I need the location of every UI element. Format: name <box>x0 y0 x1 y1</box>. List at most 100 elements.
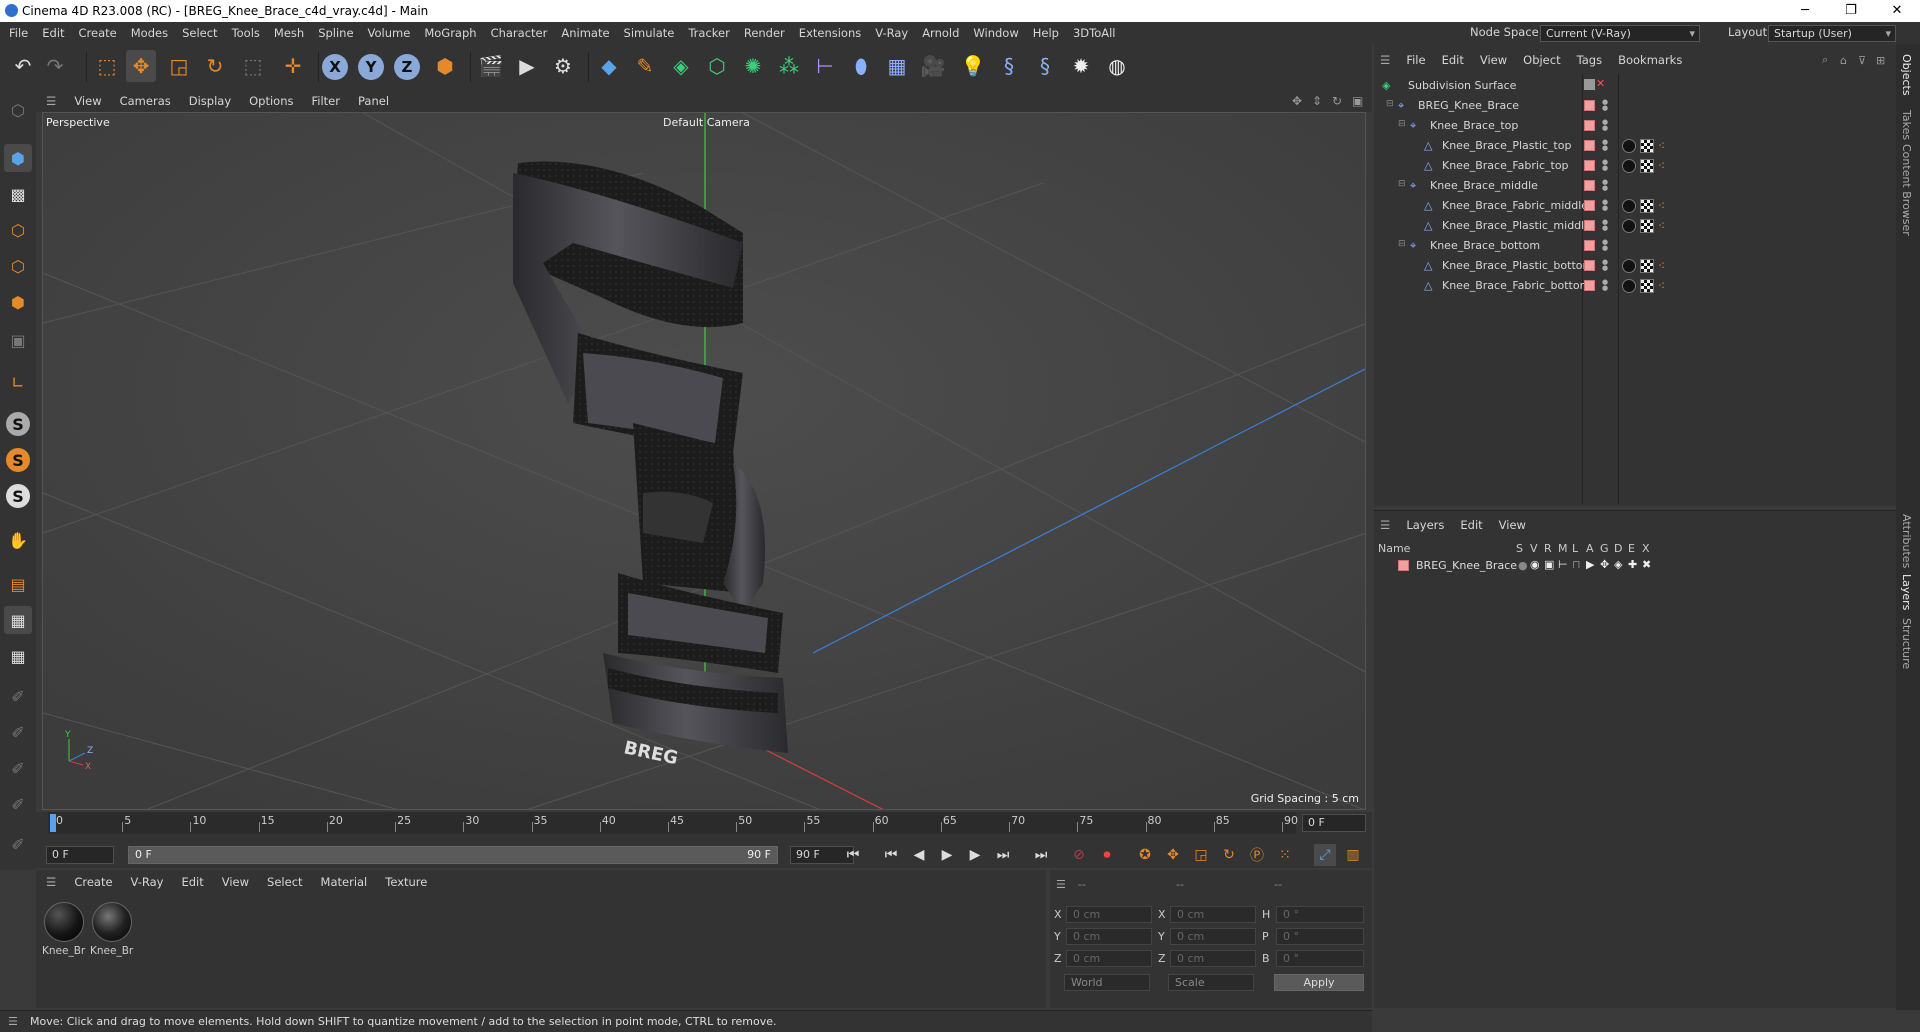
rotate-tool-icon[interactable]: ↻ <box>200 50 230 82</box>
material-menu-create[interactable]: Create <box>65 875 121 889</box>
object-name[interactable]: Knee_Brace_Fabric_top <box>1442 159 1569 172</box>
uvw-tag-icon[interactable] <box>1640 219 1654 233</box>
material-tag-icon[interactable] <box>1622 199 1636 213</box>
node-space-dropdown[interactable]: Current (V-Ray) <box>1540 25 1700 42</box>
vray-tag-icon[interactable]: ⁖ <box>1658 199 1670 213</box>
menu-arnold[interactable]: Arnold <box>915 26 966 40</box>
cloner-icon[interactable]: ✺ <box>738 50 768 82</box>
material-menu-select[interactable]: Select <box>258 875 311 889</box>
keyframe-selection-icon[interactable]: ✪ <box>1134 844 1156 866</box>
layer-visible-icon[interactable]: ◉ <box>1530 558 1540 571</box>
maximize-button[interactable]: ❐ <box>1828 0 1874 22</box>
menu-create[interactable]: Create <box>72 26 124 40</box>
move-tool-icon[interactable]: ✥ <box>126 50 156 82</box>
disabled-x-icon[interactable]: ✕ <box>1596 77 1605 90</box>
expand-toggle-icon[interactable]: ⊟ <box>1386 99 1394 109</box>
extra-tool-icon[interactable]: ✐ <box>4 830 32 858</box>
paint-icon[interactable]: ✐ <box>4 718 32 746</box>
material-tag-icon[interactable] <box>1622 279 1636 293</box>
viewport-panel-menu-icon[interactable]: ☰ <box>36 94 65 108</box>
render-picture-viewer-icon[interactable]: ▶ <box>512 50 542 82</box>
vray-tag-icon[interactable]: ⁖ <box>1658 159 1670 173</box>
object-new-window-icon[interactable]: ⊞ <box>1876 54 1885 67</box>
side-tab-layers[interactable]: Layers <box>1900 574 1913 610</box>
viewport-menu-panel[interactable]: Panel <box>349 94 398 108</box>
edge-mode-icon[interactable]: ⬡ <box>4 252 32 280</box>
previous-frame-icon[interactable]: ◀ <box>908 844 930 866</box>
layer-color-swatch[interactable] <box>1584 120 1595 131</box>
cube-object-icon[interactable]: ◆ <box>594 50 624 82</box>
object-row[interactable]: △ Knee_Brace_Plastic_bottom ● ● ⁖ <box>1374 256 1894 276</box>
layer-animation-icon[interactable]: ▶ <box>1586 558 1594 571</box>
timeline-playhead[interactable] <box>50 814 56 832</box>
x-axis-lock-icon[interactable]: X <box>322 54 348 80</box>
viewport-nav-zoom-icon[interactable]: ⇕ <box>1312 94 1322 108</box>
rotation-h-field[interactable]: 0 ° <box>1276 906 1364 923</box>
layer-deformers-icon[interactable]: ◈ <box>1614 558 1622 571</box>
layer-color-swatch[interactable] <box>1584 240 1595 251</box>
object-name[interactable]: Knee_Brace_Plastic_top <box>1442 139 1571 152</box>
layout-dropdown[interactable]: Startup (User) <box>1768 25 1896 42</box>
record-off-icon[interactable]: ⊘ <box>1068 844 1090 866</box>
layer-expressions-icon[interactable]: ✚ <box>1628 558 1637 571</box>
play-forward-icon[interactable]: ▶ <box>936 844 958 866</box>
material-tag-icon[interactable] <box>1622 159 1636 173</box>
layer-color-swatch[interactable] <box>1584 260 1595 271</box>
next-key-icon[interactable]: ⏭ <box>992 844 1014 866</box>
layer-row[interactable]: BREG_Knee_Brace ● ◉ ▣ ⊢ ⊓ ▶ ✥ ◈ ✚ ✖ <box>1374 557 1896 575</box>
layer-generators-icon[interactable]: ✥ <box>1600 558 1609 571</box>
motion-system-icon[interactable]: ⤢ <box>1314 844 1336 866</box>
menu-extensions[interactable]: Extensions <box>792 26 868 40</box>
vray-tag-icon[interactable]: ⁖ <box>1658 139 1670 153</box>
vray-tag-icon[interactable]: ⁖ <box>1658 259 1670 273</box>
material-swatch[interactable]: Knee_Bra <box>42 902 86 957</box>
layer-color-swatch[interactable] <box>1584 100 1595 111</box>
uv-mode-icon[interactable]: ▣ <box>4 326 32 354</box>
material-menu-material[interactable]: Material <box>312 875 377 889</box>
snap-settings-icon[interactable]: S <box>6 448 30 472</box>
position-x-field[interactable]: 0 cm <box>1066 906 1152 923</box>
layer-render-icon[interactable]: ▣ <box>1544 558 1554 571</box>
object-row[interactable]: ⊟ ⌖ Knee_Brace_bottom ● ● <box>1374 236 1894 256</box>
position-y-field[interactable]: 0 cm <box>1066 928 1152 945</box>
floor-icon[interactable]: ▦ <box>882 50 912 82</box>
visibility-dots-icon[interactable]: ● ● <box>1602 159 1608 172</box>
layer-menu-view[interactable]: View <box>1491 518 1534 532</box>
menu-file[interactable]: File <box>0 26 35 40</box>
coordinate-system-icon[interactable]: ⬢ <box>430 50 460 82</box>
menu-character[interactable]: Character <box>484 26 555 40</box>
key-position-icon[interactable]: ✥ <box>1162 844 1184 866</box>
python-script-icon[interactable]: § <box>1030 50 1060 82</box>
vray-globe-icon[interactable]: ◍ <box>1102 50 1132 82</box>
object-name[interactable]: Knee_Brace_top <box>1430 119 1518 132</box>
vray-settings-icon[interactable]: ✹ <box>1066 50 1096 82</box>
visibility-dots-icon[interactable]: ● ● <box>1602 119 1608 132</box>
object-row[interactable]: ◈ Subdivision Surface ✕ <box>1374 76 1894 96</box>
coord-space-dropdown[interactable]: World <box>1064 974 1150 991</box>
object-filter-icon[interactable]: ⊽ <box>1858 54 1866 67</box>
object-name[interactable]: Knee_Brace_Plastic_middle <box>1442 219 1591 232</box>
make-editable-icon[interactable]: ⬡ <box>4 96 32 124</box>
object-menu-tags[interactable]: Tags <box>1569 53 1610 67</box>
material-menu-texture[interactable]: Texture <box>376 875 436 889</box>
python-icon[interactable]: § <box>994 50 1024 82</box>
object-menu-file[interactable]: File <box>1398 53 1433 67</box>
object-row[interactable]: △ Knee_Brace_Fabric_middle ● ● ⁖ <box>1374 196 1894 216</box>
vray-tag-icon[interactable]: ⁖ <box>1658 279 1670 293</box>
apply-button[interactable]: Apply <box>1274 974 1364 991</box>
object-row[interactable]: △ Knee_Brace_Plastic_middle ● ● ⁖ <box>1374 216 1894 236</box>
quantize-icon[interactable]: S <box>6 484 30 508</box>
side-tab-takes[interactable]: Takes <box>1900 110 1913 140</box>
snap-icon[interactable]: S <box>6 412 30 436</box>
texture-mode-icon[interactable]: ▩ <box>4 180 32 208</box>
rotation-p-field[interactable]: 0 ° <box>1276 928 1364 945</box>
object-search-icon[interactable]: ⌕ <box>1822 53 1828 67</box>
uvw-tag-icon[interactable] <box>1640 159 1654 173</box>
expand-toggle-icon[interactable]: ⊟ <box>1398 179 1406 189</box>
field-icon[interactable]: ⬮ <box>846 50 876 82</box>
menu-tools[interactable]: Tools <box>225 26 267 40</box>
workplane-align-icon[interactable]: ▦ <box>4 642 32 670</box>
object-row[interactable]: ⊟ ⌖ Knee_Brace_middle ● ● <box>1374 176 1894 196</box>
side-tab-content-browser[interactable]: Content Browser <box>1900 144 1913 236</box>
layer-color-swatch[interactable] <box>1584 280 1595 291</box>
